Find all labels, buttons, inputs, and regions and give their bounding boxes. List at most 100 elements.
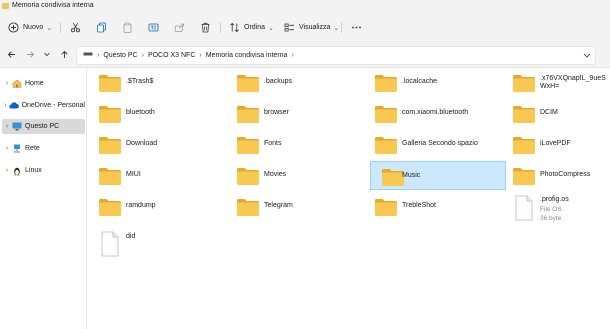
item-name: .x76VXQnapIL_9ueSWxH= (540, 75, 606, 90)
rename-button[interactable] (148, 20, 159, 35)
home-icon (12, 79, 22, 88)
folder-icon (2, 3, 9, 9)
breadcrumb-item[interactable]: Memoria condivisa interna (206, 52, 288, 59)
chevron-right-icon[interactable]: › (2, 145, 12, 152)
divider (60, 22, 61, 33)
nav-item-onedrive[interactable]: › OneDrive - Personal (2, 98, 85, 113)
item-name: .profig.os (540, 196, 569, 203)
view-label: Visualizza (299, 24, 331, 31)
folder-item[interactable]: PhotoCompress (502, 161, 610, 190)
up-button[interactable] (58, 49, 70, 61)
item-name: ramdump (126, 202, 156, 209)
folder-item[interactable]: TrebleShot (364, 192, 500, 221)
chevron-right-icon[interactable]: › (2, 123, 12, 130)
cut-button[interactable] (70, 20, 81, 35)
copy-button[interactable] (96, 20, 107, 35)
chevron-right-icon[interactable]: › (2, 80, 12, 87)
sort-button[interactable]: Ordina ⌄ (229, 20, 274, 35)
item-name: browser (264, 109, 289, 116)
item-name: did (126, 233, 136, 240)
folder-item[interactable]: bluetooth (88, 99, 224, 128)
item-name: com.xiaomi.bluetooth (402, 109, 469, 116)
folder-item[interactable]: MIUI (88, 161, 224, 190)
folder-item[interactable]: DCIM (502, 99, 610, 128)
folder-item-selected[interactable]: Music (370, 161, 506, 190)
item-name: bluetooth (126, 109, 155, 116)
share-button[interactable] (174, 20, 185, 35)
copy-icon (96, 22, 107, 33)
file-icon (101, 231, 119, 257)
breadcrumb-item[interactable]: POCO X3 NFC (148, 52, 195, 59)
item-name: .$Trash$ (126, 78, 154, 85)
folder-item[interactable]: browser (226, 99, 362, 128)
device-icon (83, 51, 93, 59)
folder-item[interactable]: .localcache (364, 68, 500, 97)
forward-button[interactable] (24, 49, 36, 61)
folder-icon (237, 106, 259, 123)
folder-item[interactable]: Fonts (226, 130, 362, 159)
chevron-down-icon: ⌄ (46, 24, 53, 32)
address-history-button[interactable] (582, 50, 592, 62)
folder-icon (99, 199, 121, 216)
chevron-right-icon: › (97, 51, 100, 59)
item-name: Telegram (264, 202, 293, 209)
nav-item-label: OneDrive - Personal (21, 102, 85, 109)
folder-icon (237, 199, 259, 216)
chevron-down-icon: ⌄ (333, 24, 340, 32)
folder-icon (99, 106, 121, 123)
nav-item-home[interactable]: › Home (2, 76, 85, 91)
address-row: › Questo PC › POCO X3 NFC › Memoria cond… (0, 42, 610, 68)
folder-item[interactable]: .x76VXQnapIL_9ueSWxH= (502, 68, 610, 97)
item-name: Galleria Secondo spazio (402, 140, 478, 147)
folder-item[interactable]: iLovePDF (502, 130, 610, 159)
breadcrumb-item[interactable]: Questo PC (103, 52, 137, 59)
folder-item[interactable]: .$Trash$ (88, 68, 224, 97)
chevron-right-icon[interactable]: › (2, 167, 12, 174)
navigation-pane: › Home › OneDrive - Personal › Questo PC… (0, 68, 87, 329)
folder-icon (237, 75, 259, 92)
view-button[interactable]: Visualizza ⌄ (284, 20, 339, 35)
recent-locations-button[interactable] (41, 49, 53, 61)
new-button[interactable]: Nuovo ⌄ (8, 20, 52, 35)
chevron-right-icon: › (199, 51, 202, 59)
address-bar[interactable]: › Questo PC › POCO X3 NFC › Memoria cond… (76, 46, 596, 65)
linux-icon (12, 166, 22, 176)
folder-item[interactable]: Telegram (226, 192, 362, 221)
nav-item-this-pc[interactable]: › Questo PC (2, 119, 85, 134)
share-icon (174, 22, 185, 33)
computer-icon (12, 122, 22, 131)
folder-item[interactable]: Galleria Secondo spazio (364, 130, 500, 159)
chevron-right-icon[interactable]: › (2, 102, 9, 109)
folder-icon (99, 75, 121, 92)
folder-item[interactable]: Movies (226, 161, 362, 190)
file-item[interactable]: did (88, 228, 224, 257)
view-icon (284, 22, 295, 33)
network-icon (12, 144, 22, 153)
folder-icon (237, 137, 259, 154)
more-options-button[interactable] (351, 20, 362, 35)
sort-icon (229, 22, 240, 33)
nav-item-network[interactable]: › Rete (2, 141, 85, 156)
folder-item[interactable]: Download (88, 130, 224, 159)
item-name: DCIM (540, 109, 558, 116)
folder-icon (375, 199, 397, 216)
nav-item-linux[interactable]: › Linux (2, 163, 85, 178)
chevron-down-icon: ⌄ (268, 24, 274, 32)
arrow-left-icon (7, 50, 16, 61)
file-icon (515, 195, 533, 221)
folder-icon (237, 168, 259, 185)
item-name: TrebleShot (402, 202, 436, 209)
file-item[interactable]: .profig.os File OS 36 byte (502, 192, 610, 226)
folder-item[interactable]: com.xiaomi.bluetooth (364, 99, 500, 128)
divider (220, 22, 221, 33)
arrow-right-icon (26, 50, 35, 61)
item-name: .backups (264, 78, 293, 85)
back-button[interactable] (5, 49, 17, 61)
folder-icon (513, 75, 535, 92)
folder-item[interactable]: ramdump (88, 192, 224, 221)
divider (341, 22, 342, 33)
paste-button[interactable] (122, 20, 133, 35)
delete-button[interactable] (200, 20, 211, 35)
folder-item[interactable]: .backups (226, 68, 362, 97)
item-name: Fonts (264, 140, 282, 147)
